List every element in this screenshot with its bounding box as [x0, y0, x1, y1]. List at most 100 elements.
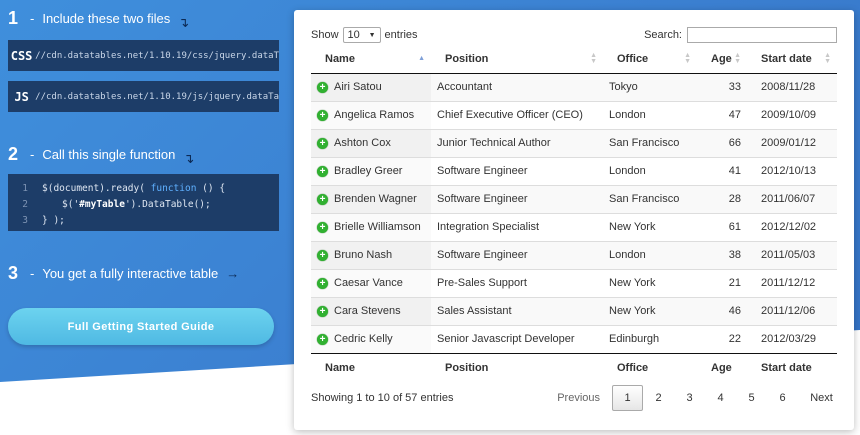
step-3: 3 - You get a fully interactive table →	[8, 263, 239, 284]
table-row[interactable]: + Angelica Ramos Chief Executive Officer (…	[311, 100, 837, 129]
data-table: Name▲▼ Position▲▼ Office▲▼ Age▲▼ Start d…	[311, 46, 837, 383]
file-lang-label: JS	[14, 89, 29, 104]
cell-name: + Airi Satou	[311, 73, 431, 101]
table-row[interactable]: + Airi Satou Accountant Tokyo 33 2008/11/28	[311, 73, 837, 101]
next-button[interactable]: Next	[806, 385, 837, 411]
cell-position: Chief Executive Officer (CEO)	[431, 100, 603, 129]
column-header-name[interactable]: Name ▲▼	[311, 46, 431, 74]
table-row[interactable]: + Ashton Cox Junior Technical Author San Fr…	[311, 128, 837, 157]
cell-office: London	[603, 156, 697, 185]
table-row[interactable]: + Bruno Nash Software Engineer London 38 2011…	[311, 240, 837, 269]
cell-start-date: 2011/12/12	[747, 268, 837, 297]
cell-start-date: 2011/05/03	[747, 240, 837, 269]
file-url[interactable]: //cdn.datatables.net/1.10.19/js/jquery.d…	[35, 92, 279, 102]
arrow-right-icon: →	[226, 266, 240, 281]
table-row[interactable]: + Bradley Greer Software Engineer London 41 2…	[311, 156, 837, 185]
column-header-label: Age	[711, 53, 732, 66]
expand-row-icon[interactable]: +	[317, 333, 328, 345]
line-number: 2	[22, 198, 28, 210]
cell-start-date: 2012/10/13	[747, 156, 837, 185]
page-button-3[interactable]: 3	[674, 385, 705, 411]
cell-age: 46	[697, 296, 747, 325]
table-row[interactable]: + Cedric Kelly Senior Javascript Developer…	[311, 324, 837, 353]
expand-row-icon[interactable]: +	[317, 221, 328, 233]
entries-label: entries	[384, 29, 418, 41]
search-label: Search:	[644, 29, 682, 41]
pagination: Previous 1 2 3 4 5 6 Next	[557, 385, 837, 411]
page-button-5[interactable]: 5	[736, 385, 767, 411]
column-header-label: Name	[325, 53, 355, 66]
sort-ascending-icon: ▲▼	[418, 55, 425, 63]
cell-name: + Brenden Wagner	[311, 184, 431, 213]
search-control: Search:	[644, 27, 837, 43]
cell-text: Angelica Ramos	[334, 109, 415, 121]
cell-name: + Brielle Williamson	[311, 212, 431, 241]
cell-text: Bruno Nash	[334, 249, 393, 261]
css-file-box[interactable]: CSS //cdn.datatables.net/1.10.19/css/jqu…	[8, 40, 279, 71]
cell-text: Ashton Cox	[334, 137, 391, 149]
column-header-label: Start date	[761, 53, 812, 66]
caret-down-icon: ▼	[368, 31, 376, 39]
column-footer-office: Office	[603, 352, 697, 383]
cell-office: New York	[603, 296, 697, 325]
column-header-office[interactable]: Office ▲ ▼	[603, 46, 697, 74]
page-button-6[interactable]: 6	[767, 385, 798, 411]
expand-row-icon[interactable]: +	[317, 81, 328, 93]
expand-row-icon[interactable]: +	[317, 137, 328, 149]
table-row[interactable]: + Caesar Vance Pre-Sales Support New York 21…	[311, 268, 837, 297]
expand-row-icon[interactable]: +	[317, 109, 328, 121]
page-length-control: Show 10 ▼ entries	[311, 27, 418, 43]
sort-icon: ▲ ▼	[684, 52, 691, 66]
cell-age: 38	[697, 240, 747, 269]
table-row[interactable]: + Brielle Williamson Integration Specialis…	[311, 212, 837, 241]
page-button-4[interactable]: 4	[705, 385, 736, 411]
column-header-label: Position	[445, 53, 489, 66]
table-row[interactable]: + Cara Stevens Sales Assistant New York 46 20…	[311, 296, 837, 325]
expand-row-icon[interactable]: +	[317, 277, 328, 289]
expand-row-icon[interactable]: +	[317, 193, 328, 205]
code-snippet[interactable]: 1 $(document).ready( function () { 2 $('…	[8, 174, 279, 231]
step-dash: -	[30, 266, 35, 281]
line-number: 3	[22, 214, 28, 226]
entries-select[interactable]: 10 ▼	[342, 27, 381, 43]
cell-office: London	[603, 100, 697, 129]
cell-start-date: 2009/10/09	[747, 100, 837, 129]
column-header-label: Office	[617, 53, 649, 66]
page-button-1[interactable]: 1	[612, 385, 643, 411]
expand-row-icon[interactable]: +	[317, 165, 328, 177]
cell-office: San Francisco	[603, 184, 697, 213]
file-url[interactable]: //cdn.datatables.net/1.10.19/css/jquery.…	[35, 51, 279, 61]
page-button-2[interactable]: 2	[643, 385, 674, 411]
cell-text: Brielle Williamson	[334, 221, 421, 233]
cell-start-date: 2012/03/29	[747, 324, 837, 353]
cell-age: 41	[697, 156, 747, 185]
code-text: $('	[62, 198, 80, 210]
arrow-down-icon: ↴	[178, 14, 190, 30]
sort-icon: ▲ ▼	[734, 52, 741, 66]
cell-name: + Ashton Cox	[311, 128, 431, 157]
cell-text: Bradley Greer	[334, 165, 403, 177]
line-number: 1	[22, 182, 28, 194]
getting-started-button[interactable]: Full Getting Started Guide	[8, 308, 274, 345]
code-text: $(document).ready(	[42, 182, 151, 194]
cell-name: + Bradley Greer	[311, 156, 431, 185]
step-number: 3	[8, 263, 19, 283]
cell-age: 21	[697, 268, 747, 297]
js-file-box[interactable]: JS //cdn.datatables.net/1.10.19/js/jquer…	[8, 81, 279, 112]
code-text: } );	[42, 214, 65, 226]
search-input[interactable]	[687, 27, 837, 43]
expand-row-icon[interactable]: +	[317, 305, 328, 317]
cell-name: + Caesar Vance	[311, 268, 431, 297]
column-header-start-date[interactable]: Start date ▲ ▼	[747, 46, 837, 74]
code-text: () {	[196, 182, 226, 194]
code-line: 2 $(' #myTable ').DataTable();	[8, 196, 279, 212]
expand-row-icon[interactable]: +	[317, 249, 328, 261]
step-text: You get a fully interactive table	[42, 266, 219, 281]
cell-age: 47	[697, 100, 747, 129]
table-row[interactable]: + Brenden Wagner Software Engineer San Fran…	[311, 184, 837, 213]
column-header-position[interactable]: Position ▲ ▼	[431, 46, 603, 74]
footer-row: Name Position Office Age Start date	[311, 352, 837, 383]
previous-button[interactable]: Previous	[557, 385, 600, 411]
cell-text: Airi Satou	[334, 81, 382, 93]
column-header-age[interactable]: Age ▲ ▼	[697, 46, 747, 74]
